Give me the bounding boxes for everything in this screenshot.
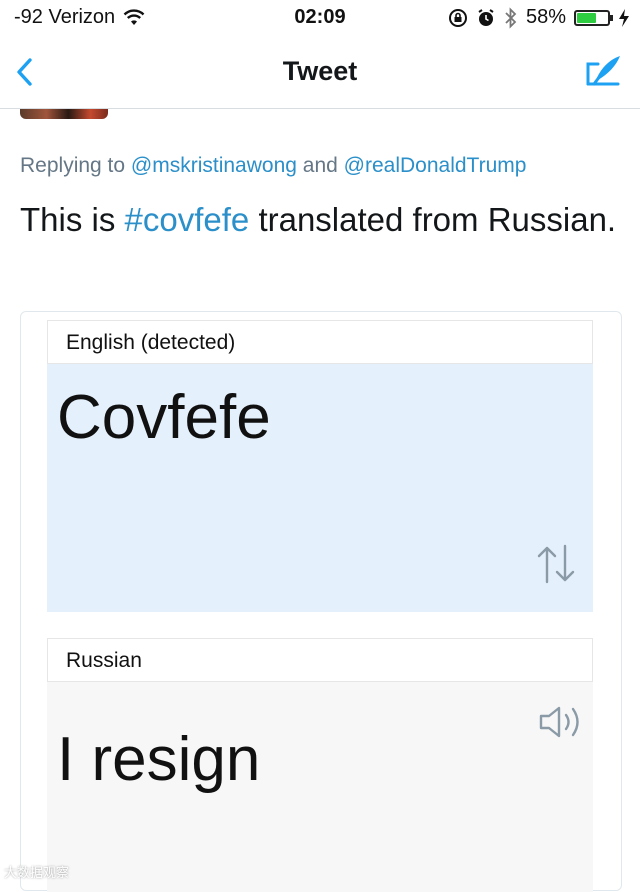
nav-bar: Tweet bbox=[0, 36, 640, 109]
charging-icon bbox=[619, 8, 629, 27]
avatar[interactable] bbox=[20, 109, 108, 119]
replying-to-conjunction: and bbox=[302, 154, 338, 177]
tweet-media-image[interactable]: English (detected) Covfefe Russian I res… bbox=[20, 311, 622, 892]
speaker-icon bbox=[539, 706, 579, 738]
tweet-text-after: translated from Russian. bbox=[258, 201, 617, 238]
alarm-icon bbox=[478, 8, 494, 26]
mention-link-2[interactable]: @realDonaldTrump bbox=[344, 154, 527, 177]
page-title: Tweet bbox=[282, 56, 358, 86]
tweet-text: This is #covfefe translated from Russian… bbox=[20, 194, 620, 246]
status-right: 58% bbox=[448, 6, 630, 29]
battery-level bbox=[577, 12, 596, 23]
battery-cap bbox=[610, 14, 613, 21]
target-language-header: Russian bbox=[47, 638, 593, 682]
battery-percent: 58% bbox=[525, 6, 566, 28]
swap-languages-icon bbox=[537, 544, 575, 584]
bluetooth-icon bbox=[505, 6, 517, 29]
compose-tweet-icon[interactable] bbox=[584, 52, 624, 92]
source-language-label: English (detected) bbox=[66, 331, 236, 354]
source-text-panel: Covfefe bbox=[47, 364, 593, 612]
hashtag-link[interactable]: #covfefe bbox=[125, 201, 250, 238]
target-text: I resign bbox=[57, 725, 261, 794]
source-language-header: English (detected) bbox=[47, 320, 593, 364]
rotation-lock-icon bbox=[448, 8, 467, 27]
watermark: 大数据观察 bbox=[4, 865, 70, 880]
tweet-text-before: This is bbox=[20, 201, 116, 238]
status-bar: -92 Verizon 02:09 58% bbox=[0, 0, 640, 36]
target-language-label: Russian bbox=[66, 649, 142, 672]
target-text-panel: I resign bbox=[47, 682, 593, 892]
replying-to-prefix: Replying to bbox=[20, 154, 126, 177]
replying-to-line: Replying to @mskristinawong and @realDon… bbox=[20, 154, 526, 178]
mention-link-1[interactable]: @mskristinawong bbox=[131, 154, 297, 177]
source-text: Covfefe bbox=[57, 383, 271, 452]
battery-icon bbox=[574, 9, 613, 26]
